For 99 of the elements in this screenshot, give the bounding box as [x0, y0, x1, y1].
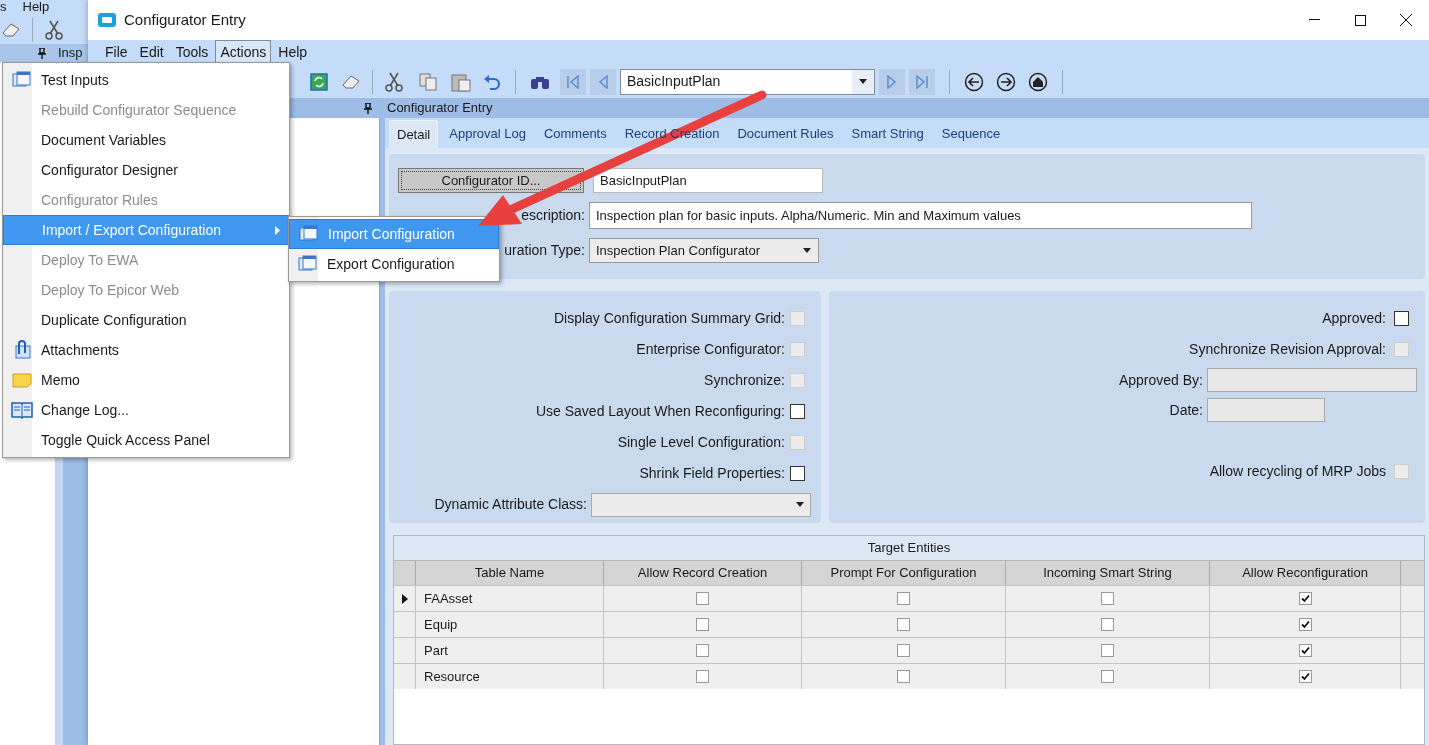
option-label: Shrink Field Properties: [639, 464, 785, 483]
previous-record-button[interactable] [590, 68, 616, 95]
current-row-icon [401, 593, 408, 604]
menu-item[interactable]: Export Configuration [289, 249, 499, 279]
paste-icon[interactable] [451, 71, 471, 92]
menu-item[interactable]: File [100, 40, 133, 65]
app-icon [98, 13, 116, 27]
first-record-button[interactable] [560, 68, 586, 95]
scissors-icon[interactable] [45, 19, 63, 40]
menu-item[interactable]: Edit [134, 40, 169, 65]
menu-item[interactable]: Memo [3, 365, 289, 395]
refresh-icon[interactable] [310, 72, 328, 91]
window-title: Configurator Entry [124, 9, 246, 30]
checkbox[interactable] [790, 404, 805, 419]
field-label: Date: [1168, 400, 1204, 420]
book-icon [11, 401, 33, 419]
close-icon[interactable] [1400, 14, 1412, 26]
panel-title: Insp [58, 44, 83, 63]
last-record-button[interactable] [909, 68, 935, 95]
option-label: Dynamic Attribute Class: [434, 495, 587, 514]
type-dropdown[interactable]: Inspection Plan Configurator [589, 238, 819, 263]
field-label: escription: [520, 206, 586, 225]
field-label: uration Type: [503, 241, 586, 260]
window-icon [299, 225, 319, 243]
option-label: Approved: [1322, 309, 1386, 328]
menu-item[interactable]: Duplicate Configuration [3, 305, 289, 335]
dropdown-arrow-icon[interactable] [803, 248, 811, 253]
tab[interactable]: Approval Log [442, 120, 533, 148]
option-label: Enterprise Configurator: [636, 340, 785, 359]
checkbox[interactable] [897, 618, 910, 631]
menu-item[interactable]: s [0, 0, 7, 14]
home-icon[interactable] [1028, 71, 1048, 92]
checkbox[interactable] [1298, 618, 1312, 631]
pin-icon[interactable] [38, 47, 46, 59]
panel-title: Configurator Entry [387, 99, 493, 117]
option-label: Synchronize: [704, 371, 785, 390]
option-label: Display Configuration Summary Grid: [553, 309, 785, 328]
next-record-icon[interactable] [886, 74, 898, 89]
configurator-id-field[interactable]: BasicInputPlan [593, 168, 823, 193]
forward-icon[interactable] [996, 71, 1016, 92]
checkbox[interactable] [1101, 618, 1114, 631]
checkbox[interactable] [696, 670, 709, 683]
window-icon [298, 255, 318, 273]
checkbox[interactable] [1101, 644, 1114, 657]
tab[interactable]: Document Rules [730, 120, 841, 148]
field-label: Approved By: [1117, 370, 1204, 390]
menu-item[interactable]: Help [273, 40, 313, 65]
checkbox[interactable] [1298, 592, 1312, 605]
menu-item[interactable]: Attachments [3, 335, 289, 365]
checkbox[interactable] [696, 644, 709, 657]
option-label: Allow recycling of MRP Jobs [1209, 462, 1386, 481]
tab[interactable]: Detail [389, 120, 439, 148]
menu-item[interactable]: Tools [170, 40, 214, 65]
checkbox[interactable] [696, 618, 709, 631]
pin-icon[interactable] [364, 102, 372, 114]
first-record-icon[interactable] [566, 74, 580, 89]
minimize-icon[interactable] [1308, 19, 1320, 21]
checkbox[interactable] [1101, 670, 1114, 683]
menu-item[interactable]: Help [22, 0, 50, 14]
window-icon [12, 71, 32, 89]
tab[interactable]: Sequence [934, 120, 1008, 148]
record-selector[interactable]: BasicInputPlan [620, 68, 875, 95]
option-label: Single Level Configuration: [617, 433, 785, 452]
checkbox[interactable] [1298, 670, 1312, 683]
last-record-icon[interactable] [915, 74, 929, 89]
submenu-arrow-icon [275, 225, 280, 235]
menu-item[interactable]: Test Inputs [3, 65, 289, 95]
grid-title: Target Entities [394, 536, 1424, 561]
maximize-icon[interactable] [1354, 14, 1366, 26]
checkbox[interactable] [897, 670, 910, 683]
checkbox[interactable] [1394, 311, 1409, 326]
menu-item[interactable]: Toggle Quick Access Panel [3, 425, 289, 455]
checkbox[interactable] [1298, 644, 1312, 657]
configurator-id-button[interactable]: Configurator ID... [398, 168, 584, 193]
description-field[interactable]: Inspection plan for basic inputs. Alpha/Numeric. Min and Maximum values [589, 202, 1252, 229]
paperclip-icon [12, 340, 32, 360]
back-icon[interactable] [964, 71, 984, 92]
next-record-button[interactable] [879, 68, 905, 95]
checkbox[interactable] [790, 466, 805, 481]
note-icon [12, 372, 32, 388]
menu-item[interactable]: Document Variables [3, 125, 289, 155]
previous-record-icon[interactable] [597, 74, 609, 89]
tab[interactable]: Smart String [844, 120, 931, 148]
menu-item[interactable]: Configurator Designer [3, 155, 289, 185]
scissors-icon[interactable] [385, 71, 403, 92]
dropdown-arrow-icon[interactable] [859, 79, 867, 84]
option-label: Use Saved Layout When Reconfiguring: [535, 402, 785, 421]
checkbox[interactable] [696, 592, 709, 605]
eraser-icon[interactable] [342, 74, 360, 89]
undo-icon[interactable] [483, 73, 501, 90]
tab[interactable]: Comments [536, 120, 614, 148]
table-cell: Resource [416, 664, 604, 689]
copy-icon[interactable] [419, 72, 437, 91]
eraser-icon[interactable] [2, 22, 20, 37]
checkbox[interactable] [1101, 592, 1114, 605]
checkbox[interactable] [897, 592, 910, 605]
menu-item[interactable]: Change Log... [3, 395, 289, 425]
checkbox[interactable] [897, 644, 910, 657]
option-label: Synchronize Revision Approval: [1189, 340, 1386, 359]
